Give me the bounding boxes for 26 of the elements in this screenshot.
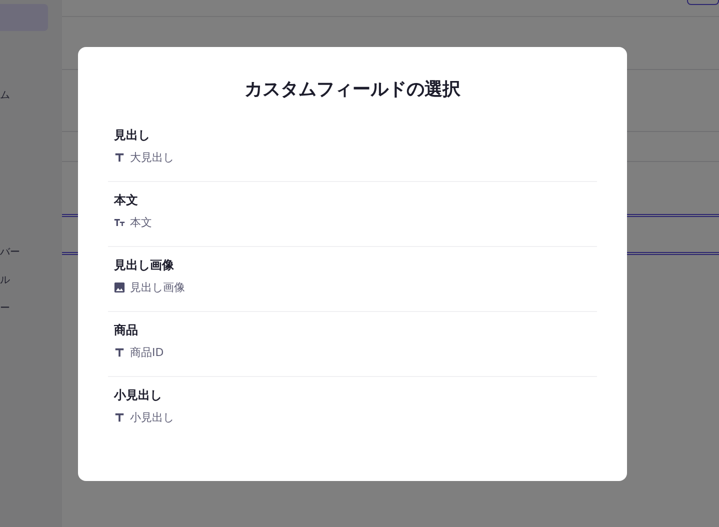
sidebar-item[interactable]: ル	[0, 275, 10, 287]
field-option[interactable]: 見出し 大見出し	[108, 117, 597, 182]
dialog-title: カスタムフィールドの選択	[244, 78, 460, 101]
text-icon	[114, 347, 125, 358]
text-icon	[114, 412, 125, 423]
image-icon	[114, 282, 125, 293]
text-size-icon	[114, 217, 125, 228]
field-type: 見出し画像	[130, 280, 185, 295]
field-name: 見出し	[114, 127, 150, 144]
sidebar-item[interactable]: ム	[0, 90, 10, 102]
field-option[interactable]: 小見出し 小見出し	[108, 377, 597, 442]
sidebar-item[interactable]: ー	[0, 303, 10, 315]
field-name: 本文	[114, 192, 138, 209]
sidebar-item[interactable]: バー	[0, 247, 20, 259]
field-type: 小見出し	[130, 410, 174, 425]
field-type: 本文	[130, 215, 152, 230]
field-name: 商品	[114, 322, 138, 339]
field-type: 大見出し	[130, 150, 174, 165]
field-name: 小見出し	[114, 387, 162, 404]
field-option[interactable]: 商品 商品ID	[108, 312, 597, 377]
field-option[interactable]: 本文 本文	[108, 182, 597, 247]
field-option[interactable]: 見出し画像 見出し画像	[108, 247, 597, 312]
text-icon	[114, 152, 125, 163]
field-type: 商品ID	[130, 345, 164, 360]
field-name: 見出し画像	[114, 257, 174, 274]
header-button[interactable]	[687, 0, 719, 5]
